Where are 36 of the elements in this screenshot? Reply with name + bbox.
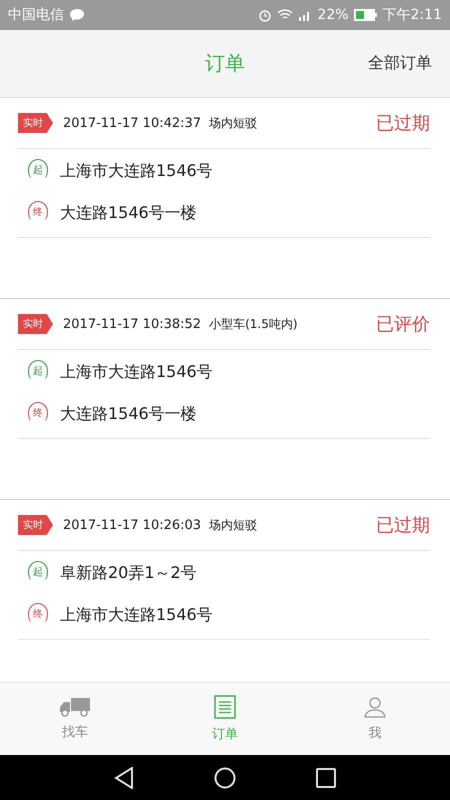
page-title: 订单 [205, 50, 245, 77]
order-datetime: 2017-11-17 10:26:03 [63, 518, 202, 532]
home-icon[interactable] [214, 766, 236, 788]
service-type: 场内短驳 [209, 114, 258, 132]
wifi-icon [277, 9, 294, 21]
order-datetime: 2017-11-17 10:42:37 [63, 116, 202, 130]
start-address: 上海市大连路1546号 [60, 362, 213, 382]
all-orders-link[interactable]: 全部订单 [368, 53, 432, 74]
battery-percent: 22% [317, 7, 349, 23]
truck-icon [59, 697, 91, 717]
user-icon [364, 696, 386, 718]
order-datetime: 2017-11-17 10:38:52 [63, 316, 202, 332]
service-type: 小型车(1.5吨内) [209, 316, 298, 332]
end-address: 大连路1546号一楼 [60, 202, 197, 224]
document-icon [214, 695, 236, 719]
order-status: 已过期 [376, 514, 430, 537]
start-address: 阜新路20弄1～2号 [60, 562, 197, 584]
recents-icon[interactable] [316, 768, 336, 788]
order-status: 已过期 [376, 112, 430, 135]
order-status: 已评价 [376, 313, 430, 336]
alarm-icon [258, 8, 272, 22]
order-type-tag: 实时 [18, 314, 53, 334]
order-card[interactable]: 实时 2017-11-17 10:38:52 小型车(1.5吨内) 已评价 起 上海市大连路1546号 终 大连路1546号一楼 [0, 299, 450, 499]
order-card[interactable]: 实时 2017-11-17 10:26:03 场内短驳 已过期 起 阜新路20弄1～2号 终 上海市大连路1546号 [0, 500, 450, 682]
start-address: 上海市大连路1546号 [60, 160, 213, 182]
chat-bubble-icon [69, 8, 85, 22]
end-address: 上海市大连路1546号 [60, 604, 213, 626]
battery-icon [354, 9, 378, 21]
order-card[interactable]: 实时 2017-11-17 10:42:37 场内短驳 已过期 起 上海市大连路1546号 终 大连路1546号一楼 [0, 98, 450, 298]
order-type-tag: 实时 [18, 113, 53, 133]
carrier-text: 中国电信 [8, 6, 64, 24]
order-type-tag: 实时 [18, 515, 53, 535]
clock-text: 下午2:11 [382, 6, 442, 24]
service-type: 场内短驳 [209, 516, 258, 534]
end-address: 大连路1546号一楼 [60, 404, 197, 424]
back-icon[interactable] [114, 766, 134, 788]
